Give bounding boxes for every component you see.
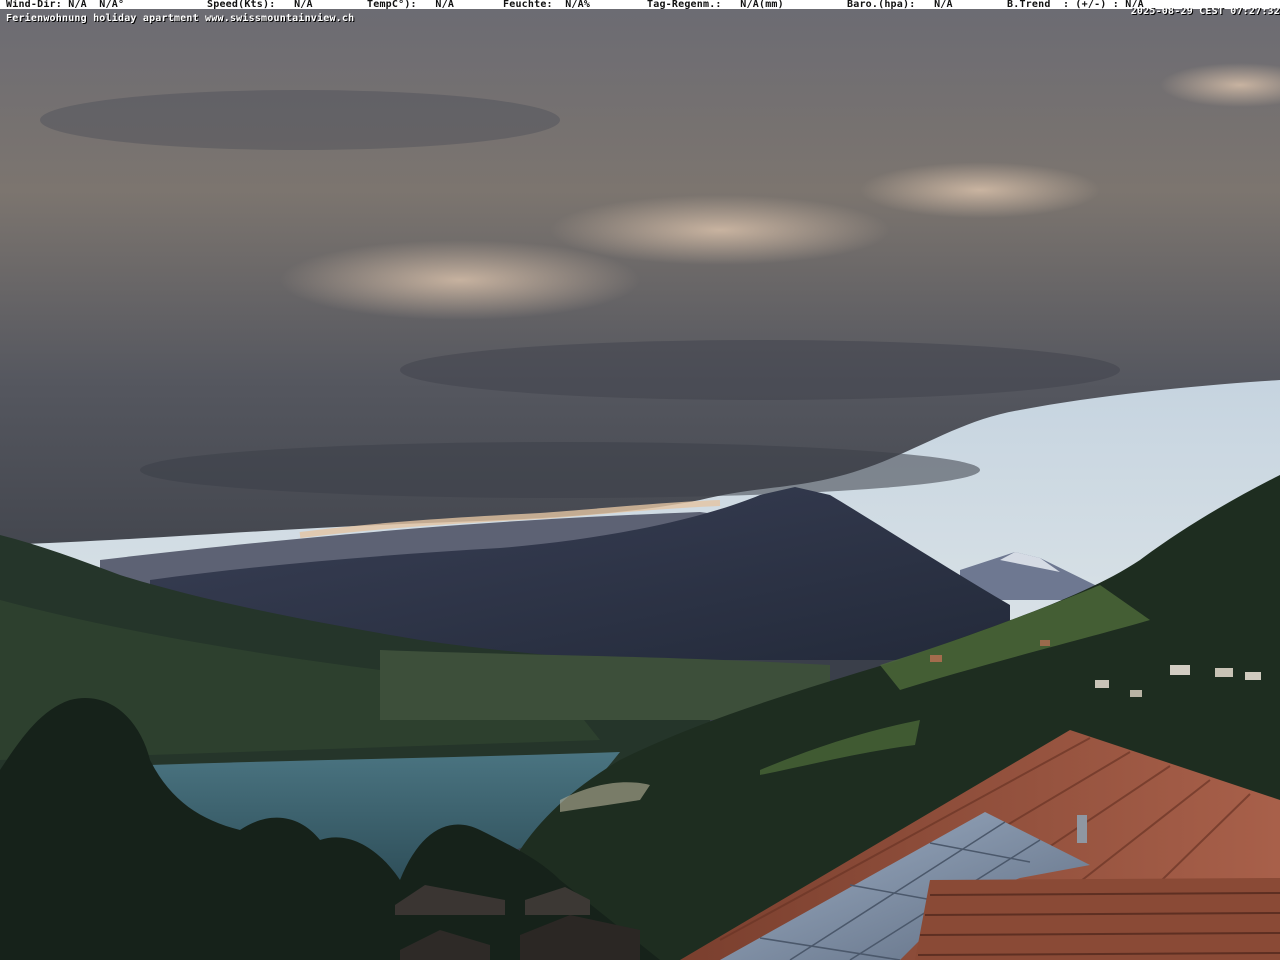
chimney xyxy=(1077,815,1087,843)
caption: Ferienwohnung holiday apartment www.swis… xyxy=(6,13,355,24)
temp-readout: TempC°): N/A xyxy=(367,0,455,10)
rain-readout: Tag-Regenm.: N/A(mm) xyxy=(647,0,784,10)
webcam-frame: Wind-Dir: N/A N/A° Speed(Kts): N/A TempC… xyxy=(0,0,1280,960)
landscape-photo xyxy=(0,0,1280,960)
trend-readout: B.Trend : (+/-) : N/A xyxy=(1007,0,1144,10)
wind-dir-readout: Wind-Dir: N/A N/A° xyxy=(6,0,125,10)
humidity-readout: Feuchte: N/A% xyxy=(503,0,591,10)
speed-readout: Speed(Kts): N/A xyxy=(207,0,313,10)
timestamp: 2025-08-29 CEST 07:27:32 xyxy=(1130,6,1280,17)
lower-roof xyxy=(915,878,1280,960)
pressure-readout: Baro.(hpa): N/A xyxy=(847,0,953,10)
